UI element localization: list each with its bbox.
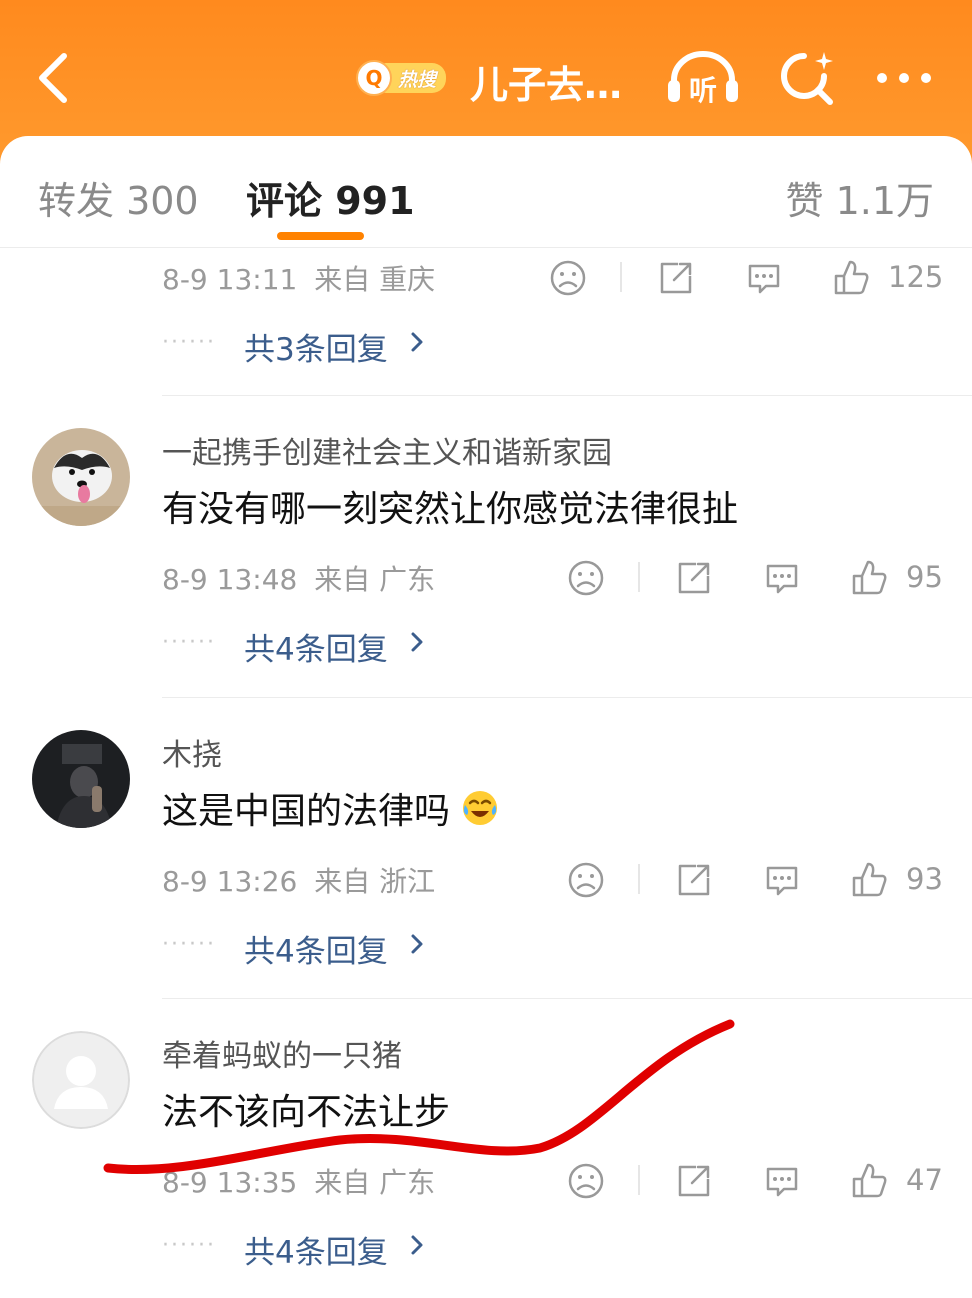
comment-username[interactable]: 牵着蚂蚁的一只猪 [162, 1031, 402, 1075]
reply-icon[interactable] [762, 1161, 802, 1201]
share-icon[interactable] [674, 558, 714, 598]
reply-icon[interactable] [762, 860, 802, 900]
dislike-icon[interactable] [566, 558, 606, 598]
tab-bar: 转发 300 评论 991 赞 1.1万 [0, 136, 972, 248]
comment-location: 来自 广东 [314, 1166, 436, 1199]
comment-time: 8-9 13:35 [162, 1166, 298, 1199]
share-icon[interactable] [674, 860, 714, 900]
comment-location: 来自 浙江 [314, 865, 436, 898]
active-tab-indicator [277, 232, 364, 240]
search-icon: Q [356, 60, 392, 96]
like-count: 95 [906, 560, 943, 594]
dislike-icon[interactable] [548, 258, 588, 298]
laugh-cry-emoji-icon [463, 791, 498, 825]
chevron-right-icon [411, 332, 423, 352]
tab-repost[interactable]: 转发 300 [38, 170, 199, 225]
like-icon[interactable] [850, 558, 890, 598]
like-icon[interactable] [832, 258, 872, 298]
comment-time: 8-9 13:26 [162, 865, 298, 898]
chevron-right-icon [411, 632, 423, 652]
comment-actions: 47 [566, 1161, 956, 1201]
page-title[interactable]: 儿子去… [470, 54, 622, 109]
tab-likes[interactable]: 赞 1.1万 [785, 170, 934, 225]
listen-icon[interactable]: 听 [666, 50, 740, 108]
comment-divider [162, 697, 972, 698]
comment-text: 这是中国的法律吗 [162, 791, 451, 832]
listen-label: 听 [689, 74, 717, 107]
comment-text: 有没有哪一刻突然让你感觉法律很扯 [162, 489, 739, 530]
share-icon[interactable] [674, 1161, 714, 1201]
comment-divider [162, 395, 972, 396]
comment-time: 8-9 13:48 [162, 563, 298, 596]
back-icon[interactable] [30, 52, 78, 104]
comment-time: 8-9 13:11 [162, 263, 298, 296]
reply-count: 共4条回复 [244, 632, 388, 668]
like-count: 125 [888, 260, 944, 294]
tab-comments[interactable]: 评论 991 [246, 170, 415, 225]
comment-meta: 8-9 13:26 来自 浙江 [162, 860, 435, 900]
reply-count: 共4条回复 [244, 1235, 388, 1271]
action-separator [638, 562, 640, 592]
action-separator [620, 262, 622, 292]
reply-count: 共3条回复 [244, 332, 388, 368]
comment-meta: 8-9 13:48 来自 广东 [162, 558, 435, 598]
avatar[interactable] [32, 1031, 130, 1129]
comment-text-row: 这是中国的法律吗 [162, 782, 499, 834]
avatar[interactable] [32, 428, 130, 526]
search-icon[interactable] [778, 50, 836, 108]
like-icon[interactable] [850, 1161, 890, 1201]
reply-count: 共4条回复 [244, 934, 388, 970]
comment-meta: 8-9 13:11 来自 重庆 [162, 258, 435, 298]
share-icon[interactable] [656, 258, 696, 298]
comment-meta: 8-9 13:35 来自 广东 [162, 1161, 435, 1201]
like-count: 47 [906, 1163, 943, 1197]
dislike-icon[interactable] [566, 1161, 606, 1201]
chevron-right-icon [411, 934, 423, 954]
comment-location: 来自 广东 [314, 563, 436, 596]
comment-username[interactable]: 木挠 [162, 730, 222, 774]
action-separator [638, 864, 640, 894]
dislike-icon[interactable] [566, 860, 606, 900]
reply-dots: ······ [162, 932, 216, 957]
more-icon[interactable] [874, 68, 934, 88]
like-icon[interactable] [850, 860, 890, 900]
hot-search-badge[interactable]: Q 热搜 [356, 58, 452, 98]
reply-dots: ······ [162, 630, 216, 655]
comment-divider [162, 998, 972, 999]
comment-actions: 93 [566, 860, 956, 900]
action-separator [638, 1165, 640, 1195]
comment-username[interactable]: 一起携手创建社会主义和谐新家园 [162, 428, 612, 472]
reply-icon[interactable] [762, 558, 802, 598]
comment-text: 法不该向不法让步 [162, 1092, 451, 1133]
comment-location: 来自 重庆 [314, 263, 436, 296]
reply-dots: ······ [162, 330, 216, 355]
comment-actions: 125 [548, 258, 948, 298]
comment-actions: 95 [566, 558, 956, 598]
reply-dots: ······ [162, 1233, 216, 1258]
chevron-right-icon [411, 1235, 423, 1255]
avatar[interactable] [32, 730, 130, 828]
reply-icon[interactable] [744, 258, 784, 298]
like-count: 93 [906, 862, 943, 896]
